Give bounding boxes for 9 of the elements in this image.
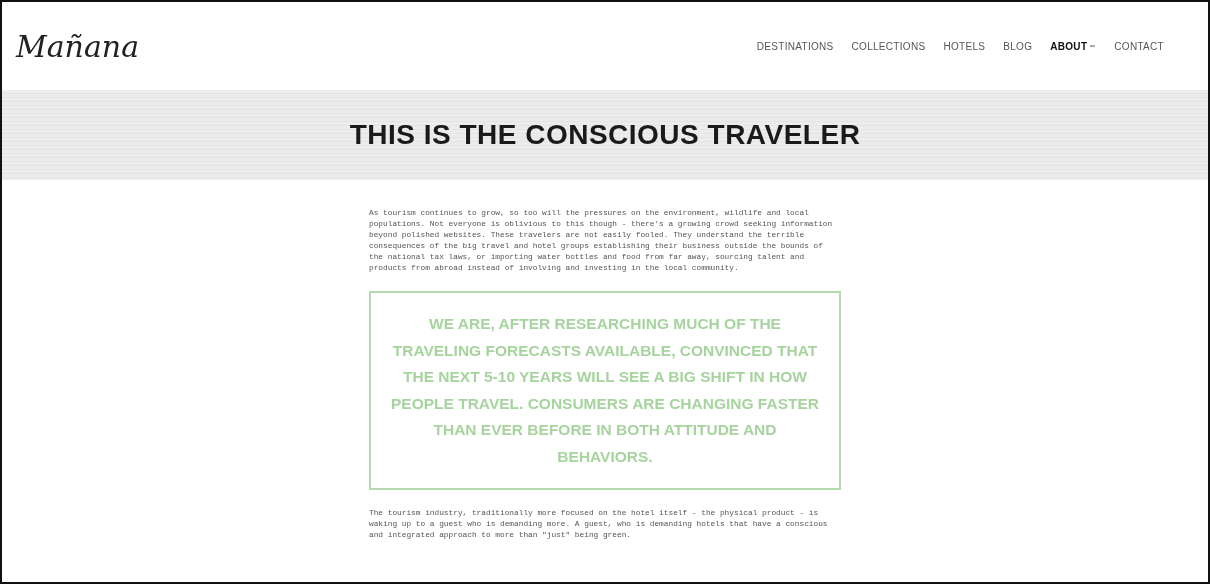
logo[interactable]: Mañana xyxy=(16,28,140,64)
nav-link[interactable]: COLLECTIONS xyxy=(851,40,926,52)
nav-link[interactable]: ABOUT xyxy=(1050,40,1097,52)
quote-box: WE ARE, AFTER RESEARCHING MUCH OF THE TRAVELING FORECASTS AVAILABLE, CONVINCED THAT THE NEXT 5-10 YEARS WILL SEE A BIG SHIFT IN HOW PEOPLE TRAVEL. CONSUMERS ARE CHANGING FASTER THAN EVER BEFORE IN BOTH ATTITUDE AND BEHAVIORS. xyxy=(369,291,841,490)
nav-link[interactable]: HOTELS xyxy=(943,40,986,52)
nav-link[interactable]: DESTINATIONS xyxy=(756,40,834,52)
nav-link[interactable]: CONTACT xyxy=(1114,40,1164,52)
nav-link[interactable]: BLOG xyxy=(1003,40,1033,52)
page-title: THIS IS THE CONSCIOUS TRAVELER xyxy=(349,119,861,151)
